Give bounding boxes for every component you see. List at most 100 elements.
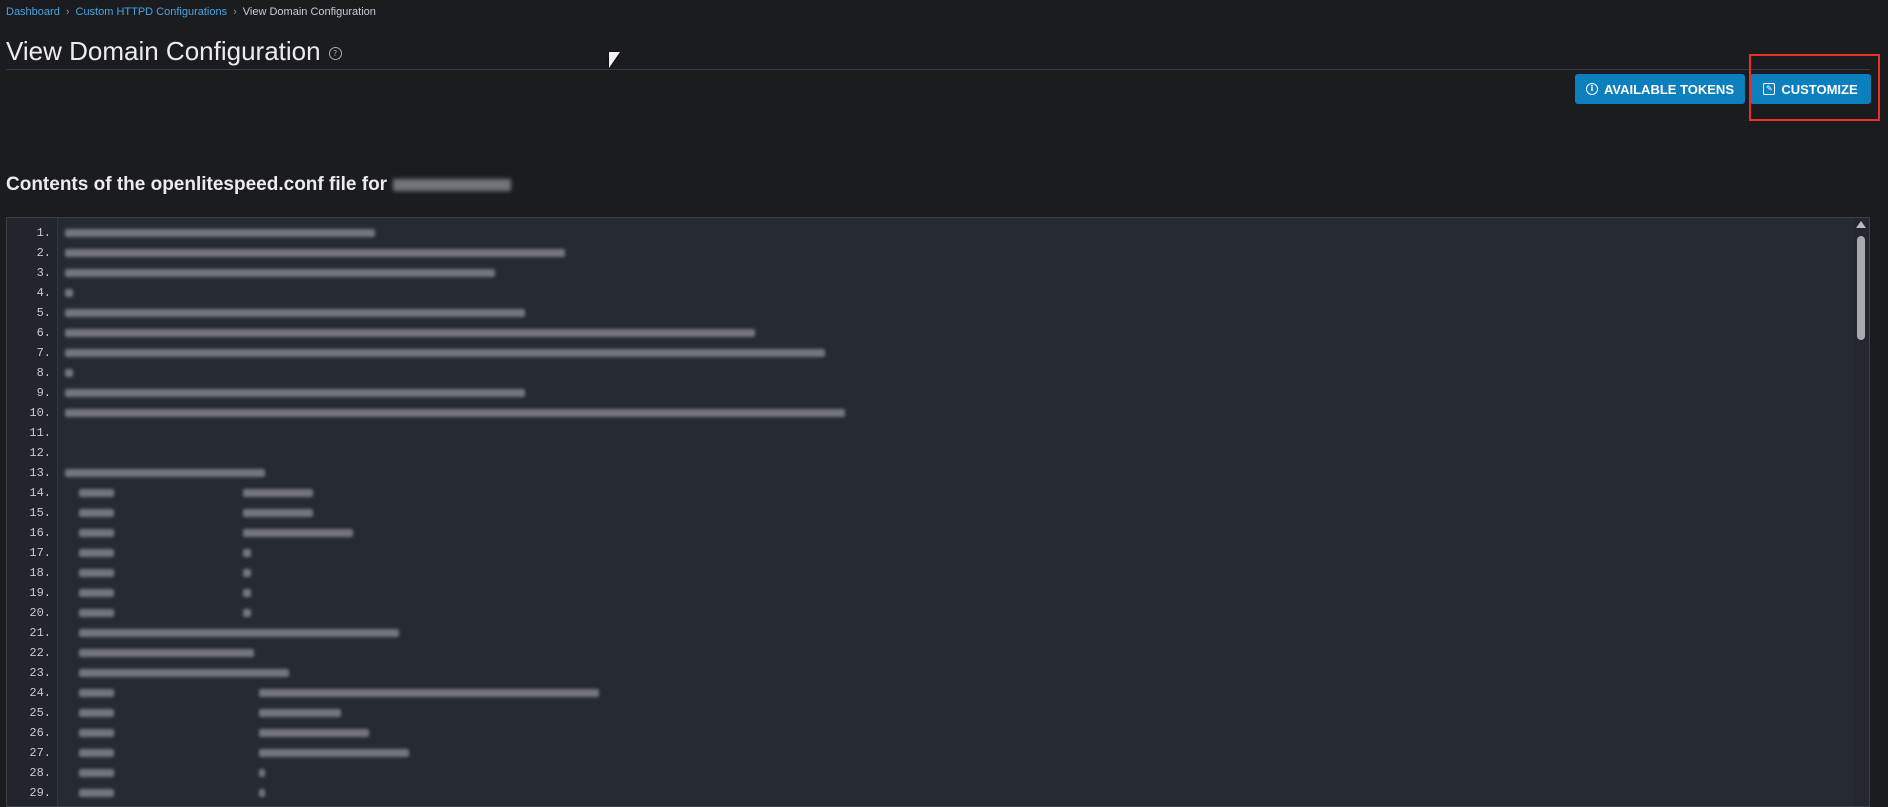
code-line: 18.: [7, 563, 1837, 583]
code-line: 9.: [7, 383, 1837, 403]
line-number: 7.: [36, 346, 51, 360]
config-file-heading-text: Contents of the openlitespeed.conf file …: [6, 174, 388, 195]
redacted-code: [79, 569, 114, 577]
breadcrumb-separator: ›: [233, 6, 237, 18]
config-file-heading: Contents of the openlitespeed.conf file …: [6, 174, 512, 196]
code-line: 24.: [7, 683, 1837, 703]
code-line: 2.: [7, 243, 1837, 263]
info-icon: i: [1585, 83, 1598, 95]
line-number: 10.: [29, 406, 51, 420]
code-line: 22.: [7, 643, 1837, 663]
scrollbar-thumb[interactable]: [1857, 236, 1865, 340]
code-line: 4.: [7, 283, 1837, 303]
line-number: 9.: [36, 386, 51, 400]
redacted-code: [65, 249, 565, 257]
help-circle-icon[interactable]: ?: [328, 47, 342, 60]
line-number: 29.: [29, 786, 51, 800]
redacted-code: [79, 509, 114, 517]
code-line: 25.: [7, 703, 1837, 723]
line-number: 24.: [29, 686, 51, 700]
redacted-code: [65, 369, 73, 377]
redacted-code: [65, 309, 525, 317]
code-line: 3.: [7, 263, 1837, 283]
redacted-code-value: [259, 689, 599, 697]
redacted-code: [79, 589, 114, 597]
redacted-code-value: [243, 529, 353, 537]
code-line: 6.: [7, 323, 1837, 343]
breadcrumb: Dashboard › Custom HTTPD Configurations …: [6, 6, 376, 18]
line-number: 15.: [29, 506, 51, 520]
redacted-domain: [393, 179, 512, 191]
code-line: 19.: [7, 583, 1837, 603]
redacted-code: [65, 269, 495, 277]
line-number: 25.: [29, 706, 51, 720]
line-number: 20.: [29, 606, 51, 620]
line-number: 21.: [29, 626, 51, 640]
code-line: 14.: [7, 483, 1837, 503]
available-tokens-button[interactable]: i AVAILABLE TOKENS: [1575, 74, 1745, 104]
line-number: 13.: [29, 466, 51, 480]
editor-scrollbar[interactable]: [1853, 218, 1869, 806]
redacted-code: [65, 409, 845, 417]
redacted-code-value: [243, 589, 251, 597]
page-title: View Domain Configuration: [6, 36, 321, 66]
redacted-code-value: [243, 569, 251, 577]
line-number: 19.: [29, 586, 51, 600]
redacted-code-value: [243, 489, 313, 497]
line-number: 12.: [29, 446, 51, 460]
breadcrumb-custom-httpd-link[interactable]: Custom HTTPD Configurations: [76, 6, 228, 18]
redacted-code: [79, 609, 114, 617]
redacted-code: [65, 329, 755, 337]
breadcrumb-separator: ›: [65, 6, 70, 18]
code-line: 23.: [7, 663, 1837, 683]
redacted-code: [79, 549, 114, 557]
redacted-code: [65, 349, 825, 357]
code-line: 11.: [7, 423, 1837, 443]
title-divider: [6, 69, 1870, 70]
code-line: 16.: [7, 523, 1837, 543]
redacted-code: [79, 529, 114, 537]
breadcrumb-dashboard-link[interactable]: Dashboard: [6, 6, 60, 18]
redacted-code: [79, 669, 289, 677]
code-line: 20.: [7, 603, 1837, 623]
code-line: 8.: [7, 363, 1837, 383]
redacted-code: [79, 489, 114, 497]
redacted-code: [79, 749, 114, 757]
config-code-editor[interactable]: 1. 2. 3. 4. 5. 6. 7. 8. 9. 10. 11. 12. 13. 14. 15. 16. 1…: [6, 217, 1870, 807]
line-number: 1.: [36, 226, 51, 240]
line-number: 14.: [29, 486, 51, 500]
line-number: 26.: [29, 726, 51, 740]
redacted-code: [79, 789, 114, 797]
redacted-code-value: [259, 769, 265, 777]
line-number: 11.: [29, 426, 51, 440]
line-number: 28.: [29, 766, 51, 780]
line-number: 5.: [36, 306, 51, 320]
line-number: 18.: [29, 566, 51, 580]
code-line: 26.: [7, 723, 1837, 743]
redacted-code-value: [259, 789, 265, 797]
breadcrumb-current: View Domain Configuration: [242, 6, 376, 18]
redacted-code: [79, 709, 114, 717]
redacted-code: [65, 289, 73, 297]
code-line: 29.: [7, 783, 1837, 803]
line-number: 6.: [36, 326, 51, 340]
redacted-code: [79, 769, 114, 777]
redacted-code-value: [243, 609, 251, 617]
redacted-code: [79, 729, 114, 737]
line-number: 16.: [29, 526, 51, 540]
redacted-code: [79, 629, 399, 637]
scroll-up-arrow-icon[interactable]: [1856, 221, 1866, 228]
redacted-code-value: [243, 509, 313, 517]
mouse-cursor-icon: [609, 52, 620, 68]
line-number: 22.: [29, 646, 51, 660]
code-line: 15.: [7, 503, 1837, 523]
line-number: 17.: [29, 546, 51, 560]
line-number: 23.: [29, 666, 51, 680]
redacted-code: [79, 649, 254, 657]
code-line: 28.: [7, 763, 1837, 783]
code-line: 1.: [7, 223, 1837, 243]
redacted-code: [65, 469, 265, 477]
page-title-row: View Domain Configuration ?: [6, 36, 342, 67]
code-line: 21.: [7, 623, 1837, 643]
redacted-code: [79, 689, 114, 697]
